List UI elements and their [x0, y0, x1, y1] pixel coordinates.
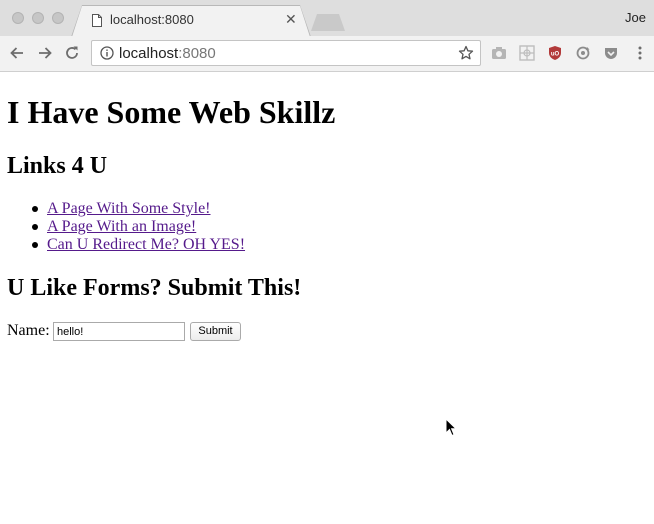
page-title: I Have Some Web Skillz	[7, 94, 336, 130]
url-host: localhost	[119, 45, 179, 62]
tab-title: localhost:8080	[110, 12, 194, 27]
browser-toolbar: localhost:8080 uO	[0, 36, 654, 72]
links-list: A Page With Some Style! A Page With an I…	[31, 200, 245, 254]
menu-dots-icon[interactable]	[632, 45, 648, 61]
profile-name[interactable]: Joe	[625, 10, 646, 25]
sync-icon[interactable]	[575, 45, 591, 61]
document-icon	[92, 14, 102, 27]
reload-icon[interactable]	[63, 44, 81, 62]
camera-icon[interactable]	[491, 45, 507, 61]
ublock-shield-icon[interactable]: uO	[547, 45, 563, 61]
submit-button[interactable]: Submit	[190, 322, 241, 341]
name-input[interactable]	[53, 322, 185, 341]
forward-arrow-icon[interactable]	[36, 44, 54, 62]
list-item: A Page With Some Style!	[31, 200, 245, 218]
svg-text:uO: uO	[551, 52, 560, 58]
new-tab-button[interactable]	[311, 14, 345, 31]
name-label: Name:	[7, 322, 50, 339]
url-text[interactable]: localhost:8080	[119, 45, 216, 62]
list-item: Can U Redirect Me? OH YES!	[31, 236, 245, 254]
page-content: I Have Some Web Skillz Links 4 U A Page …	[0, 72, 654, 524]
mouse-cursor-icon	[445, 418, 457, 437]
close-icon[interactable]: ✕	[285, 11, 297, 27]
pocket-icon[interactable]	[603, 45, 619, 61]
info-icon[interactable]	[100, 46, 114, 60]
star-icon[interactable]	[458, 45, 474, 61]
close-window-button[interactable]	[12, 12, 24, 24]
link-redirect[interactable]: Can U Redirect Me? OH YES!	[47, 236, 245, 253]
list-item: A Page With an Image!	[31, 218, 245, 236]
forms-heading: U Like Forms? Submit This!	[7, 275, 302, 301]
title-bar: localhost:8080 ✕ Joe	[0, 0, 654, 37]
link-style-page[interactable]: A Page With Some Style!	[47, 200, 211, 217]
zoom-window-button[interactable]	[52, 12, 64, 24]
minimize-window-button[interactable]	[32, 12, 44, 24]
link-image-page[interactable]: A Page With an Image!	[47, 218, 196, 235]
links-heading: Links 4 U	[7, 153, 108, 179]
back-arrow-icon[interactable]	[8, 44, 26, 62]
url-port: :8080	[178, 45, 216, 62]
address-bar[interactable]: localhost:8080	[91, 40, 481, 66]
grid-icon[interactable]	[519, 45, 535, 61]
